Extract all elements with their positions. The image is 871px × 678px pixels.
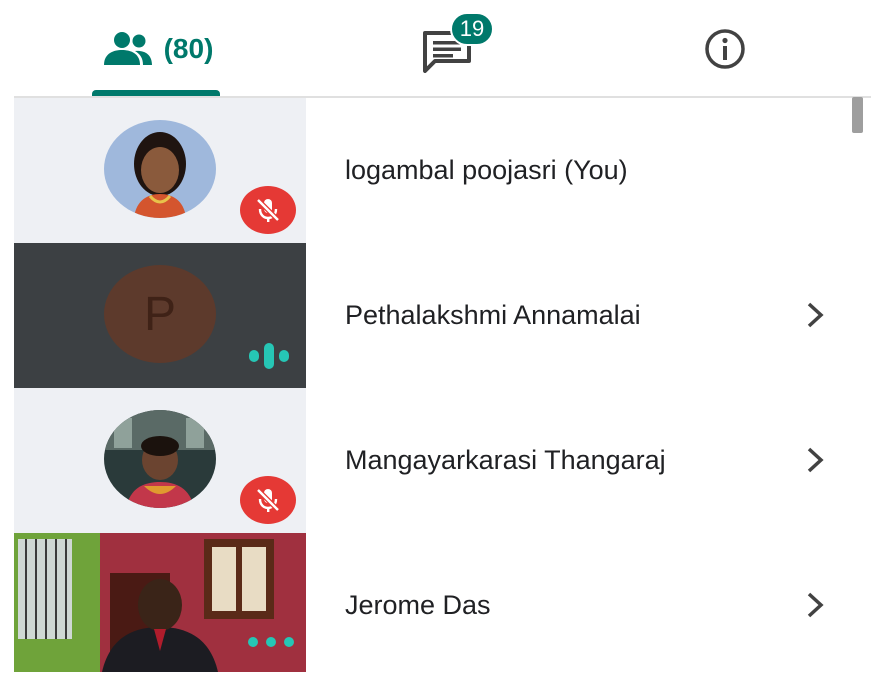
participant-tile <box>14 388 306 533</box>
participant-name: Mangayarkarasi Thangaraj <box>345 445 666 475</box>
chat-unread-badge: 19 <box>450 12 494 46</box>
people-count: (80) <box>163 32 214 64</box>
mic-off-icon <box>256 198 280 222</box>
participant-avatar-letter: P <box>104 265 216 363</box>
participant-name: logambal poojasri (You) <box>345 155 628 185</box>
speaking-indicator-icon <box>249 343 289 369</box>
info-icon <box>705 28 745 69</box>
participant-row[interactable]: Mangayarkarasi Thangaraj <box>14 388 871 533</box>
participant-row[interactable]: P Pethalakshmi Annamalai <box>14 243 871 388</box>
dot <box>284 637 294 647</box>
dot <box>248 637 258 647</box>
scrollbar[interactable] <box>852 97 863 133</box>
mic-off-indicator <box>240 186 296 234</box>
mic-off-indicator <box>240 476 296 524</box>
tab-people[interactable]: (80) <box>60 0 255 97</box>
mic-off-icon <box>256 488 280 512</box>
chevron-right-icon[interactable] <box>804 588 828 622</box>
participant-tile <box>14 98 306 243</box>
more-options-indicator <box>248 627 294 657</box>
participant-video-tile <box>14 533 306 672</box>
participant-avatar <box>104 410 216 508</box>
tab-info[interactable] <box>670 0 780 97</box>
participant-avatar <box>104 120 216 218</box>
participant-row[interactable]: logambal poojasri (You) <box>14 98 871 243</box>
participant-name: Pethalakshmi Annamalai <box>345 300 641 330</box>
people-icon <box>103 31 152 65</box>
participant-tile: P <box>14 243 306 388</box>
participant-row[interactable]: Jerome Das <box>14 533 871 672</box>
participant-name: Jerome Das <box>345 590 491 620</box>
dot <box>266 637 276 647</box>
chevron-right-icon[interactable] <box>804 443 828 477</box>
chevron-right-icon[interactable] <box>804 298 828 332</box>
tab-chat[interactable] <box>380 0 520 97</box>
tab-bar: (80) 19 <box>0 0 871 98</box>
